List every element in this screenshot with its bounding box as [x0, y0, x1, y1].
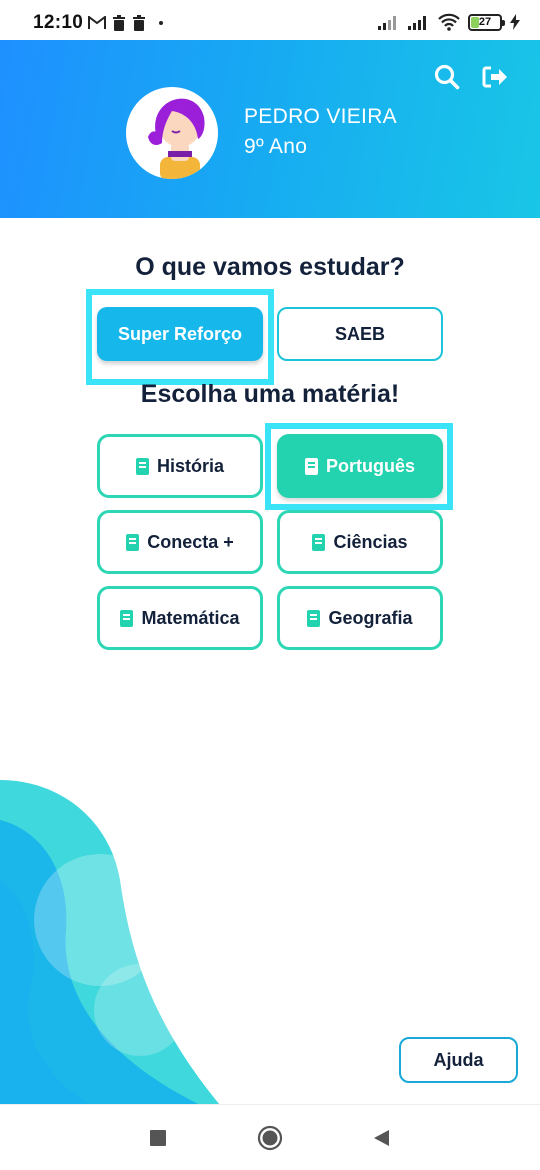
book-icon — [304, 457, 318, 475]
logout-button[interactable] — [480, 62, 510, 92]
subject-label: História — [156, 455, 225, 476]
subject-geografia[interactable]: Geografia — [277, 586, 443, 650]
battery-icon: 27 — [468, 13, 505, 31]
home-button[interactable] — [255, 1123, 285, 1153]
book-icon — [312, 533, 326, 551]
student-name: PEDRO VIEIRA — [244, 105, 397, 128]
back-button[interactable] — [366, 1123, 396, 1153]
avatar — [126, 87, 218, 179]
status-time: 12:10 — [33, 12, 84, 33]
trash-icon — [113, 15, 125, 31]
study-heading: O que vamos estudar? — [135, 253, 405, 281]
navigation-bar — [0, 1104, 540, 1170]
subject-matematica[interactable]: Matemática — [97, 586, 263, 650]
wifi-icon — [438, 13, 460, 31]
status-bar: 12:10 27 — [0, 0, 540, 40]
battery-level: 27 — [478, 16, 492, 28]
subject-label: Matemática — [141, 607, 240, 628]
signal-icon — [378, 16, 396, 30]
decorative-waves — [0, 780, 220, 1105]
logout-icon — [482, 66, 507, 88]
dot-icon — [159, 21, 163, 25]
subject-label: Geografia — [328, 607, 413, 628]
subject-label: Ciências — [333, 531, 408, 552]
saeb-button[interactable]: SAEB — [277, 307, 443, 361]
search-button[interactable] — [432, 62, 462, 92]
home-icon — [257, 1125, 283, 1151]
system-icons: 27 — [378, 11, 520, 33]
signal-icon — [408, 16, 426, 30]
recents-icon — [150, 1130, 166, 1146]
book-icon — [135, 457, 149, 475]
back-icon — [374, 1130, 389, 1146]
subject-label: Português — [325, 455, 415, 476]
subject-label: Conecta + — [147, 531, 234, 552]
student-grade: 9º Ano — [244, 135, 308, 158]
book-icon — [120, 609, 134, 627]
notification-icons — [88, 13, 166, 33]
book-icon — [307, 609, 321, 627]
gmail-icon — [88, 16, 106, 29]
super-reforco-button[interactable]: Super Reforço — [97, 307, 263, 361]
subject-conecta[interactable]: Conecta + — [97, 510, 263, 574]
book-icon — [126, 533, 140, 551]
subject-portugues[interactable]: Português — [277, 434, 443, 498]
recents-button[interactable] — [143, 1123, 173, 1153]
subject-historia[interactable]: História — [97, 434, 263, 498]
trash-icon — [133, 15, 145, 31]
help-button[interactable]: Ajuda — [399, 1037, 518, 1083]
subject-ciencias[interactable]: Ciências — [277, 510, 443, 574]
search-icon — [434, 64, 460, 90]
subject-heading: Escolha uma matéria! — [140, 380, 400, 408]
charging-icon — [510, 14, 520, 30]
profile-header: PEDRO VIEIRA 9º Ano — [0, 40, 540, 218]
